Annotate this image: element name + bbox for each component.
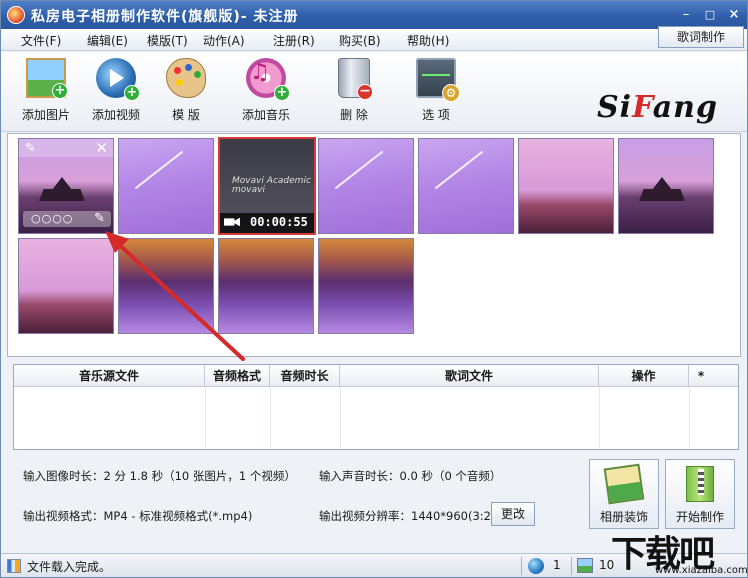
col-lyric-file[interactable]: 歌词文件: [340, 365, 599, 387]
col-music-source[interactable]: 音乐源文件: [14, 365, 205, 387]
change-resolution-button[interactable]: 更改: [491, 502, 535, 526]
app-window: 私房电子相册制作软件(旗舰版)- 未注册 – □ × 文件(F) 编辑(E) 模…: [0, 0, 748, 578]
chart-icon: [7, 559, 21, 573]
start-making-button[interactable]: 开始制作: [665, 459, 735, 529]
album-decorate-button[interactable]: 相册装饰: [589, 459, 659, 529]
music-table-header: 音乐源文件 音频格式 音频时长 歌词文件 操作 *: [14, 365, 738, 387]
music-table: 音乐源文件 音频格式 音频时长 歌词文件 操作 *: [13, 364, 739, 450]
output-format-info: 输出视频格式：MP4 - 标准视频格式(*.mp4): [23, 509, 253, 523]
zip-file-icon: [686, 466, 714, 502]
picture-icon: [577, 558, 593, 573]
col-audio-format[interactable]: 音频格式: [205, 365, 270, 387]
globe-icon: [528, 558, 544, 574]
watermark-url: www.xiazaiba.com: [655, 565, 748, 576]
image-duration-info: 输入图像时长：2 分 1.8 秒（10 张图片，1 个视频）: [23, 469, 296, 483]
status-count-1: 1: [553, 558, 561, 572]
col-star[interactable]: *: [689, 365, 713, 387]
watermark: 下载吧 www.xiazaiba.com: [605, 521, 748, 577]
col-operation[interactable]: 操作: [599, 365, 689, 387]
status-text: 文件载入完成。: [27, 560, 112, 574]
audio-duration-info: 输入声音时长：0.0 秒（0 个音频）: [319, 469, 502, 483]
decorate-icon: [603, 463, 645, 505]
col-audio-duration[interactable]: 音频时长: [270, 365, 340, 387]
output-resolution-info: 输出视频分辨率：1440*960(3:2): [319, 509, 496, 523]
